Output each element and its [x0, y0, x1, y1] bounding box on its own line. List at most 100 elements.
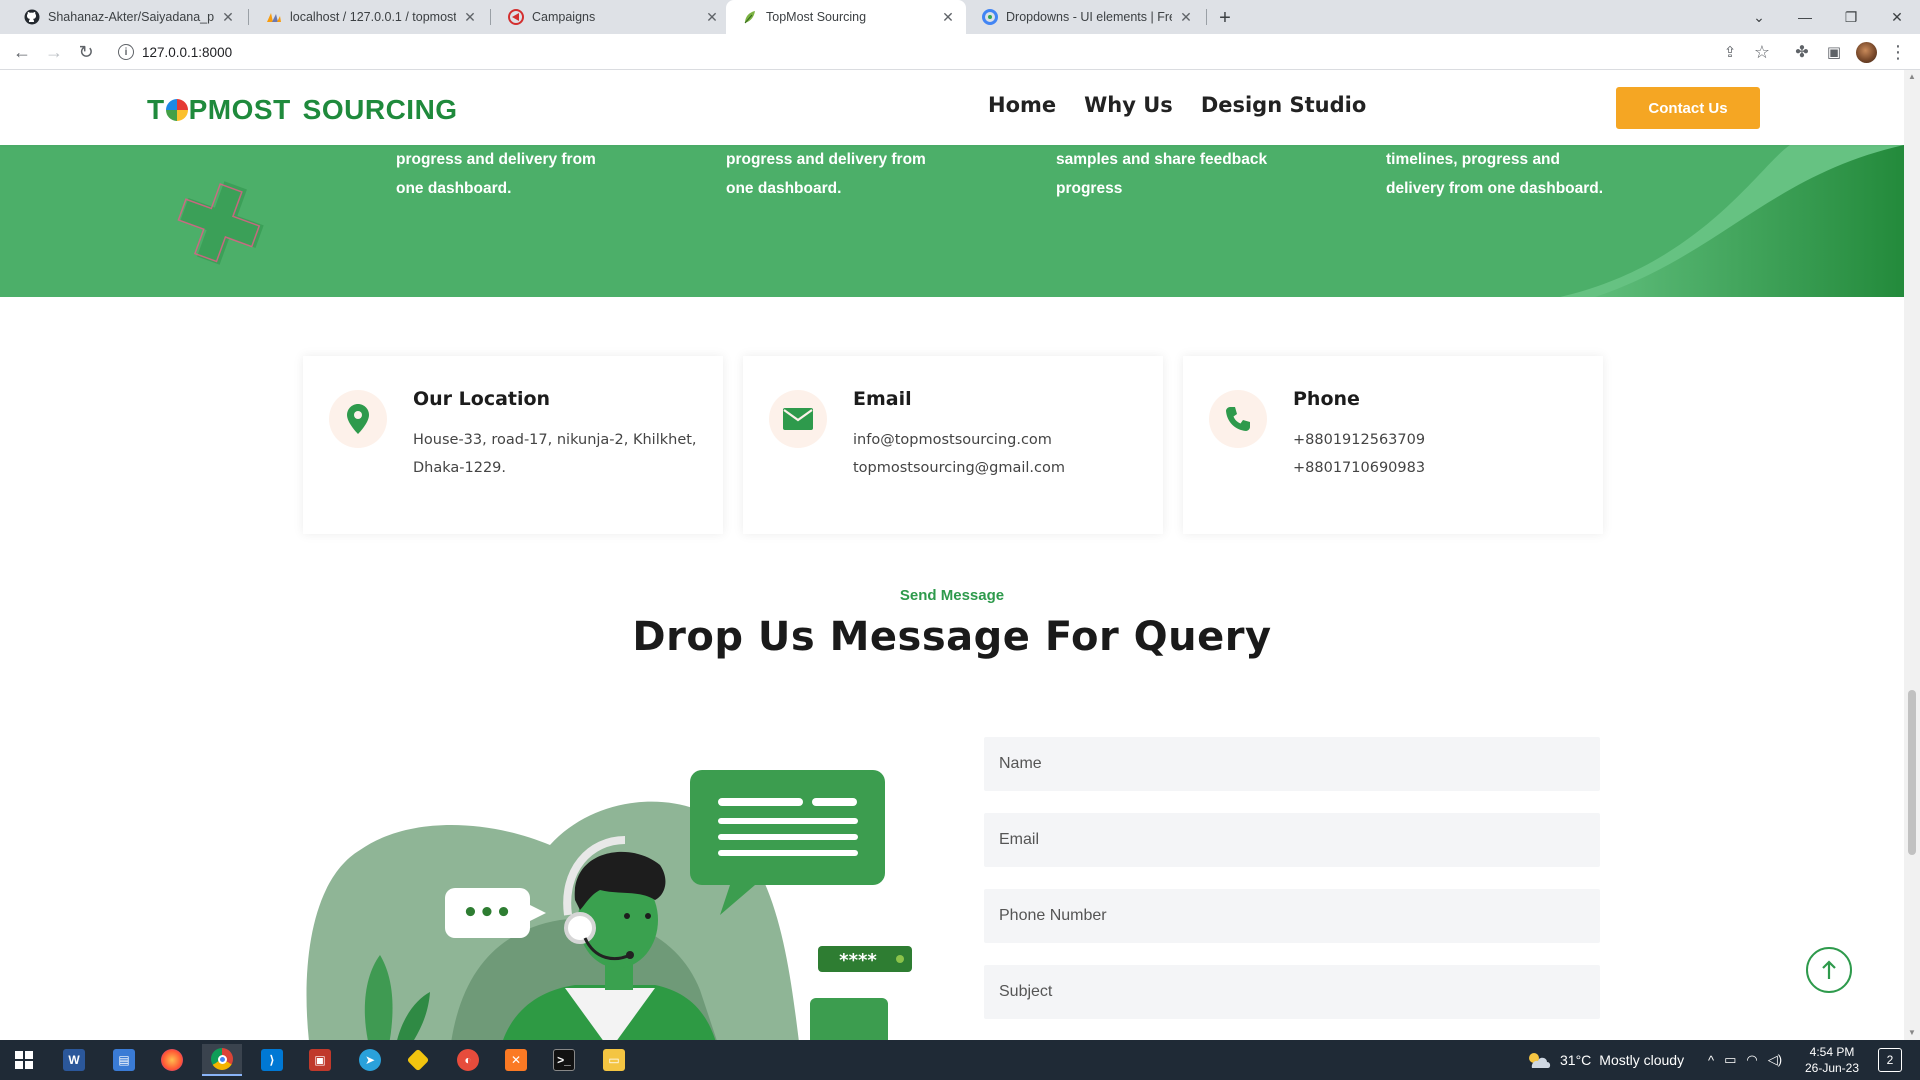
clock-date: 26-Jun-23: [1804, 1061, 1860, 1075]
chevron-up-icon[interactable]: ^: [1708, 1053, 1714, 1068]
windows-start-icon[interactable]: [4, 1044, 44, 1076]
web-page: T PMOST SOURCING Home Why Us Design Studio…: [0, 70, 1904, 1040]
restore-icon[interactable]: ❐: [1828, 0, 1874, 34]
nav-why-us[interactable]: Why Us: [1084, 93, 1173, 117]
file-manager-app-icon[interactable]: ▤: [104, 1044, 144, 1076]
card-line[interactable]: topmostsourcing@gmail.com: [853, 454, 1153, 482]
weather-widget[interactable]: 31°C Mostly cloudy: [1526, 1040, 1684, 1080]
terminal-app-icon[interactable]: >_: [544, 1044, 584, 1076]
browser-tab[interactable]: Dropdowns - UI elements | Frest ✕: [966, 0, 1204, 34]
nav-home[interactable]: Home: [988, 93, 1056, 117]
reload-icon[interactable]: ↻: [72, 38, 100, 66]
tab-label: localhost / 127.0.0.1 / topmost_in: [290, 10, 456, 24]
subject-input[interactable]: Subject: [984, 965, 1600, 1019]
browser-tab-strip: Shahanaz-Akter/Saiyadana_proj ✕ localhos…: [0, 0, 1920, 34]
volume-icon[interactable]: ◁): [1768, 1052, 1782, 1068]
chrome-app-icon[interactable]: [202, 1044, 242, 1076]
card-line[interactable]: +8801912563709: [1293, 426, 1593, 454]
photo-app-icon[interactable]: ▣: [300, 1044, 340, 1076]
firefox-app-icon[interactable]: [152, 1044, 192, 1076]
notification-center-icon[interactable]: 2: [1878, 1048, 1902, 1072]
phone-number-input[interactable]: Phone Number: [984, 889, 1600, 943]
vscode-app-icon[interactable]: ⟩: [252, 1044, 292, 1076]
logo-word-sourcing: SOURCING: [302, 94, 458, 125]
browser-menu-icon[interactable]: ⋮: [1884, 38, 1912, 66]
feature-item: progress and delivery from one dashboard…: [396, 145, 636, 203]
xampp-app-icon[interactable]: ✕: [496, 1044, 536, 1076]
cloud-icon: [1529, 1053, 1551, 1068]
bookmark-star-icon[interactable]: ☆: [1748, 38, 1776, 66]
card-title: Our Location: [413, 388, 551, 410]
github-icon: [24, 9, 40, 25]
profile-avatar[interactable]: [1856, 42, 1877, 63]
close-icon[interactable]: ✕: [704, 9, 720, 25]
minimize-icon[interactable]: —: [1782, 0, 1828, 34]
share-icon[interactable]: ⇪: [1716, 38, 1744, 66]
password-mask: ****: [839, 950, 877, 971]
site-info-icon[interactable]: i: [118, 44, 134, 60]
feature-line: progress and delivery from: [396, 151, 596, 168]
wifi-icon[interactable]: ◠: [1746, 1052, 1757, 1068]
name-input[interactable]: Name: [984, 737, 1600, 791]
word-app-icon[interactable]: W: [54, 1044, 94, 1076]
section-eyebrow: Send Message: [899, 587, 1005, 604]
browser-tab-active[interactable]: TopMost Sourcing ✕: [726, 0, 966, 34]
meet-now-icon[interactable]: ▭: [1724, 1052, 1736, 1068]
browser-tab[interactable]: Campaigns ✕: [492, 0, 730, 34]
feature-line: one dashboard.: [726, 180, 842, 197]
support-agent-illustration: ••• ****: [306, 770, 912, 1040]
side-panel-icon[interactable]: ▣: [1820, 38, 1848, 66]
logo-letter: T: [147, 94, 165, 125]
nav-design-studio[interactable]: Design Studio: [1201, 93, 1366, 117]
folder-app-icon[interactable]: ▭: [594, 1044, 634, 1076]
contact-us-button[interactable]: Contact Us: [1616, 87, 1760, 129]
scroll-down-icon[interactable]: ▼: [1908, 1028, 1916, 1038]
system-clock[interactable]: 4:54 PM 26-Jun-23: [1800, 1044, 1864, 1076]
feature-line: delivery from one dashboard.: [1386, 180, 1604, 197]
new-tab-button[interactable]: +: [1212, 5, 1238, 31]
tab-divider: [1206, 9, 1207, 25]
card-line[interactable]: +8801710690983: [1293, 454, 1593, 482]
address-bar[interactable]: i 127.0.0.1:8000: [110, 39, 1750, 65]
scroll-thumb[interactable]: [1908, 690, 1916, 855]
feature-item: timelines, progress and delivery from on…: [1386, 145, 1646, 203]
close-icon[interactable]: ✕: [1178, 9, 1194, 25]
main-nav: Home Why Us Design Studio: [988, 93, 1366, 117]
telegram-app-icon[interactable]: ➤: [350, 1044, 390, 1076]
close-icon[interactable]: ✕: [220, 9, 236, 25]
tab-divider: [248, 9, 249, 25]
git-app-icon[interactable]: [398, 1044, 438, 1076]
feature-line: progress and delivery from: [726, 151, 926, 168]
phone-card: Phone +8801912563709 +8801710690983: [1183, 356, 1603, 534]
logo-globe-icon: [165, 99, 188, 121]
email-input[interactable]: Email: [984, 813, 1600, 867]
close-window-icon[interactable]: ✕: [1874, 0, 1920, 34]
feature-item: progress and delivery from one dashboard…: [726, 145, 966, 203]
phone-icon: [1209, 390, 1267, 448]
card-line[interactable]: info@topmostsourcing.com: [853, 426, 1153, 454]
extensions-icon[interactable]: ✤: [1788, 38, 1816, 66]
page-scrollbar[interactable]: ▲ ▼: [1904, 70, 1920, 1040]
back-arrow-icon[interactable]: ←: [8, 38, 36, 66]
feature-line: one dashboard.: [396, 180, 512, 197]
browser-tab[interactable]: Shahanaz-Akter/Saiyadana_proj ✕: [8, 0, 246, 34]
tab-search-icon[interactable]: ⌄: [1736, 0, 1782, 34]
scroll-to-top-button[interactable]: [1806, 947, 1852, 993]
email-card: Email info@topmostsourcing.com topmostso…: [743, 356, 1163, 534]
close-icon[interactable]: ✕: [940, 9, 956, 25]
tab-divider: [490, 9, 491, 25]
campaigns-icon: [508, 9, 524, 25]
section-title: Drop Us Message For Query: [632, 614, 1272, 660]
phpmyadmin-icon: [266, 9, 282, 25]
close-icon[interactable]: ✕: [462, 9, 478, 25]
card-line: House-33, road-17, nikunja-2, Khilkhet,: [413, 432, 697, 448]
clock-time: 4:54 PM: [1809, 1045, 1855, 1059]
browser-tab[interactable]: localhost / 127.0.0.1 / topmost_in ✕: [250, 0, 488, 34]
logo-word-topmost: PMOST: [188, 94, 291, 125]
forward-arrow-icon[interactable]: →: [40, 38, 68, 66]
features-band: progress and delivery from one dashboard…: [0, 145, 1904, 297]
scroll-up-icon[interactable]: ▲: [1908, 72, 1916, 82]
site-logo[interactable]: T PMOST SOURCING: [147, 94, 458, 126]
location-card: Our Location House-33, road-17, nikunja-…: [303, 356, 723, 534]
paint-app-icon[interactable]: ◐: [448, 1044, 488, 1076]
